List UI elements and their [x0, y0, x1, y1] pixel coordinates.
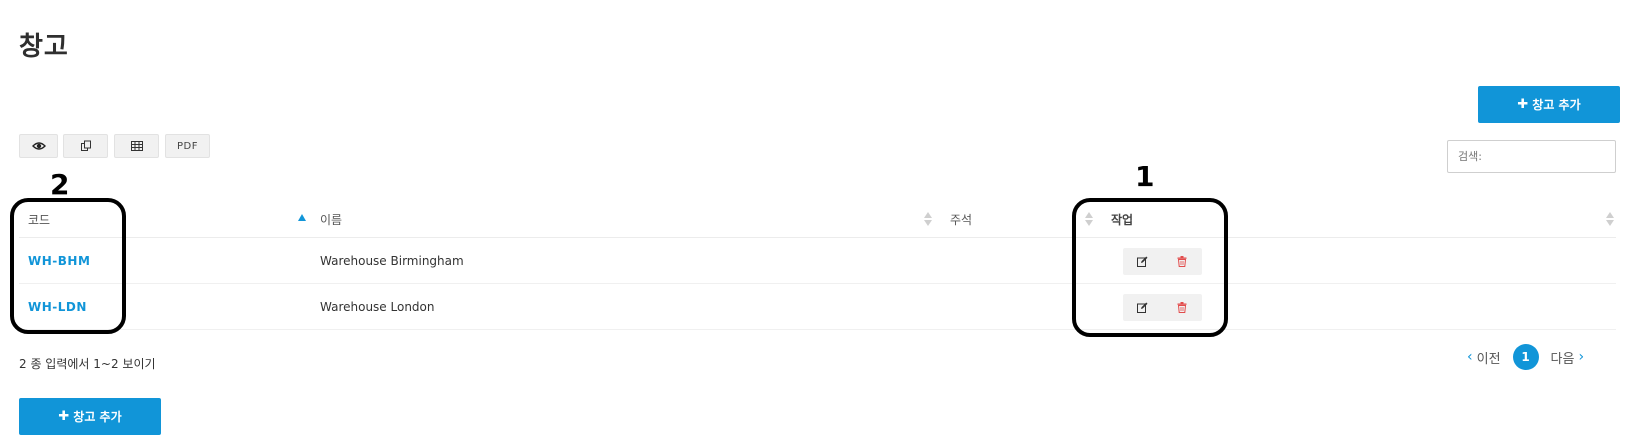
annotation-number: 2 [50, 168, 70, 201]
sort-ascending-icon[interactable] [298, 214, 306, 221]
current-page-button[interactable]: 1 [1512, 344, 1539, 370]
chevron-left-icon: ‹ [1467, 349, 1473, 365]
table-header: 코드 이름 주석 작업 [19, 200, 1616, 238]
page-title: 창고 [19, 32, 69, 62]
table-row: WH-BHM Warehouse Birmingham [19, 238, 1616, 284]
csv-export-button[interactable] [114, 134, 159, 158]
add-warehouse-button[interactable]: ✚ 창고 추가 [1478, 86, 1620, 123]
add-warehouse-label: 창고 추가 [1532, 98, 1581, 112]
add-warehouse-label: 창고 추가 [73, 410, 122, 424]
table-icon [130, 141, 143, 151]
plus-icon: ✚ [1517, 97, 1529, 112]
annotation-box-actions-column [1072, 198, 1228, 337]
eye-icon [31, 142, 46, 150]
pdf-label: PDF [177, 140, 198, 152]
previous-label: 이전 [1476, 351, 1501, 367]
pdf-export-button[interactable]: PDF [165, 134, 210, 158]
search-input[interactable] [1447, 140, 1616, 173]
table-info: 2 종 입력에서 1~2 보이기 [19, 357, 156, 371]
annotation-box-code-column [10, 198, 126, 334]
column-visibility-button[interactable] [19, 134, 58, 158]
table-row: WH-LDN Warehouse London [19, 284, 1616, 330]
warehouse-name: Warehouse Birmingham [320, 254, 464, 268]
warehouse-name: Warehouse London [320, 300, 435, 314]
sort-icon[interactable] [924, 212, 934, 228]
add-warehouse-button-bottom[interactable]: ✚ 창고 추가 [19, 398, 161, 435]
copy-button[interactable] [63, 134, 108, 158]
next-page-button[interactable]: 다음 › [1551, 348, 1585, 367]
chevron-right-icon: › [1578, 349, 1585, 365]
sort-icon[interactable] [1606, 212, 1616, 228]
copy-icon [80, 140, 91, 151]
column-header-note[interactable]: 주석 [950, 200, 972, 238]
next-label: 다음 [1550, 351, 1575, 367]
pagination: ‹ 이전 1 다음 › [1467, 344, 1584, 370]
annotation-number: 1 [1135, 160, 1155, 193]
plus-icon: ✚ [58, 409, 70, 424]
previous-page-button[interactable]: ‹ 이전 [1467, 348, 1501, 367]
column-header-name[interactable]: 이름 [320, 200, 342, 238]
